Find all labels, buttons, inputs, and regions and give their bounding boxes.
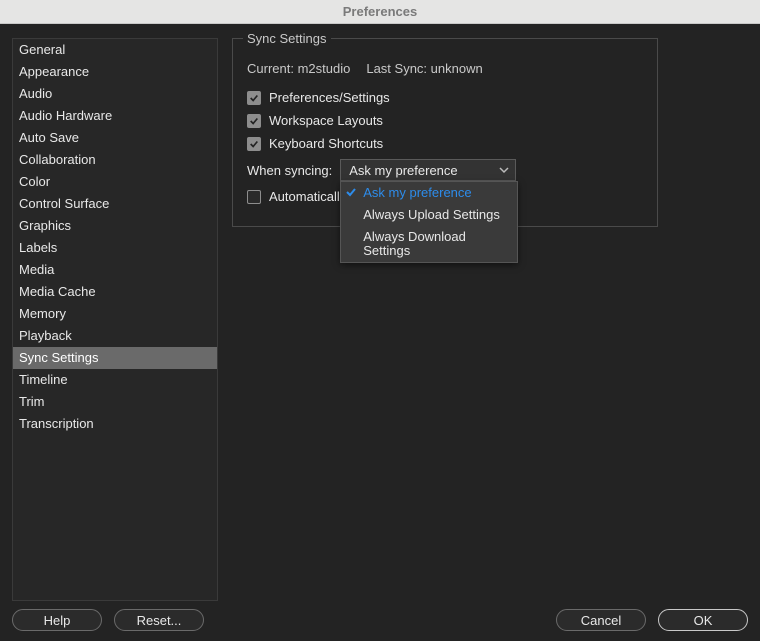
check-icon [249,93,259,103]
sidebar-item-label: General [19,42,65,57]
current-user-label: Current: m2studio [247,61,350,76]
checkbox-row: Preferences/Settings [247,90,643,105]
checkbox[interactable] [247,114,261,128]
dropdown-option[interactable]: Always Upload Settings [341,204,517,226]
sidebar-item-label: Playback [19,328,72,343]
dropdown-option-label: Always Download Settings [363,229,466,258]
sidebar-item-label: Media Cache [19,284,96,299]
checkbox-label: Workspace Layouts [269,113,383,128]
sidebar-item-label: Labels [19,240,57,255]
sidebar-item-label: Trim [19,394,45,409]
sidebar-item-control-surface[interactable]: Control Surface [13,193,217,215]
sidebar-item-appearance[interactable]: Appearance [13,61,217,83]
sidebar-item-media[interactable]: Media [13,259,217,281]
sidebar-item-label: Audio [19,86,52,101]
preferences-sidebar: General Appearance Audio Audio Hardware Auto… [12,38,218,601]
auto-clear-label: Automaticall [269,189,340,204]
check-icon [345,186,357,201]
sidebar-item-trim[interactable]: Trim [13,391,217,413]
sidebar-item-label: Audio Hardware [19,108,112,123]
dropdown-button[interactable]: Ask my preference [340,159,516,181]
sidebar-item-memory[interactable]: Memory [13,303,217,325]
dropdown-option[interactable]: Ask my preference [341,182,517,204]
sync-settings-fieldset: Sync Settings Current: m2studio Last Syn… [232,38,658,227]
dropdown-list: Ask my preference Always Upload Settings A… [340,181,518,263]
check-icon [249,139,259,149]
sidebar-item-label: Control Surface [19,196,109,211]
sync-settings-panel: Sync Settings Current: m2studio Last Syn… [232,38,748,601]
sidebar-item-label: Transcription [19,416,94,431]
auto-clear-checkbox[interactable] [247,190,261,204]
checkbox[interactable] [247,91,261,105]
sidebar-item-label: Collaboration [19,152,96,167]
sidebar-item-sync-settings[interactable]: Sync Settings [13,347,217,369]
dropdown-option[interactable]: Always Download Settings [341,226,517,262]
window-titlebar: Preferences [0,0,760,24]
fieldset-legend: Sync Settings [243,31,331,46]
help-button[interactable]: Help [12,609,102,631]
checkbox-label: Keyboard Shortcuts [269,136,383,151]
sidebar-item-label: Timeline [19,372,68,387]
checkbox-row: Workspace Layouts [247,113,643,128]
sidebar-item-label: Appearance [19,64,89,79]
checkbox[interactable] [247,137,261,151]
sidebar-item-playback[interactable]: Playback [13,325,217,347]
checkbox-row: Keyboard Shortcuts [247,136,643,151]
sidebar-item-label: Color [19,174,50,189]
sidebar-item-color[interactable]: Color [13,171,217,193]
when-syncing-label: When syncing: [247,163,332,178]
sidebar-item-graphics[interactable]: Graphics [13,215,217,237]
dropdown-option-label: Ask my preference [363,185,471,200]
check-icon [249,116,259,126]
sidebar-item-timeline[interactable]: Timeline [13,369,217,391]
sidebar-item-label: Graphics [19,218,71,233]
sidebar-item-labels[interactable]: Labels [13,237,217,259]
sidebar-item-collaboration[interactable]: Collaboration [13,149,217,171]
when-syncing-dropdown[interactable]: Ask my preference Ask my preferenceAlway… [340,159,516,181]
dropdown-selected-value: Ask my preference [349,163,457,178]
when-syncing-row: When syncing: Ask my preference Ask my p… [247,159,643,181]
window-title: Preferences [343,4,417,19]
sidebar-item-audio[interactable]: Audio [13,83,217,105]
dialog-body: General Appearance Audio Audio Hardware Auto… [0,24,760,601]
sidebar-item-label: Sync Settings [19,350,99,365]
checkbox-label: Preferences/Settings [269,90,390,105]
sidebar-item-transcription[interactable]: Transcription [13,413,217,435]
sidebar-item-general[interactable]: General [13,39,217,61]
last-sync-label: Last Sync: unknown [366,61,482,76]
sidebar-item-media-cache[interactable]: Media Cache [13,281,217,303]
sidebar-item-auto-save[interactable]: Auto Save [13,127,217,149]
sidebar-item-label: Memory [19,306,66,321]
sidebar-item-label: Media [19,262,54,277]
chevron-down-icon [498,164,510,179]
sidebar-item-label: Auto Save [19,130,79,145]
dropdown-option-label: Always Upload Settings [363,207,500,222]
cancel-button[interactable]: Cancel [556,609,646,631]
sidebar-item-audio-hardware[interactable]: Audio Hardware [13,105,217,127]
ok-button[interactable]: OK [658,609,748,631]
sync-info-row: Current: m2studio Last Sync: unknown [247,61,643,76]
dialog-footer: Help Reset... Cancel OK [0,601,760,641]
reset-button[interactable]: Reset... [114,609,204,631]
